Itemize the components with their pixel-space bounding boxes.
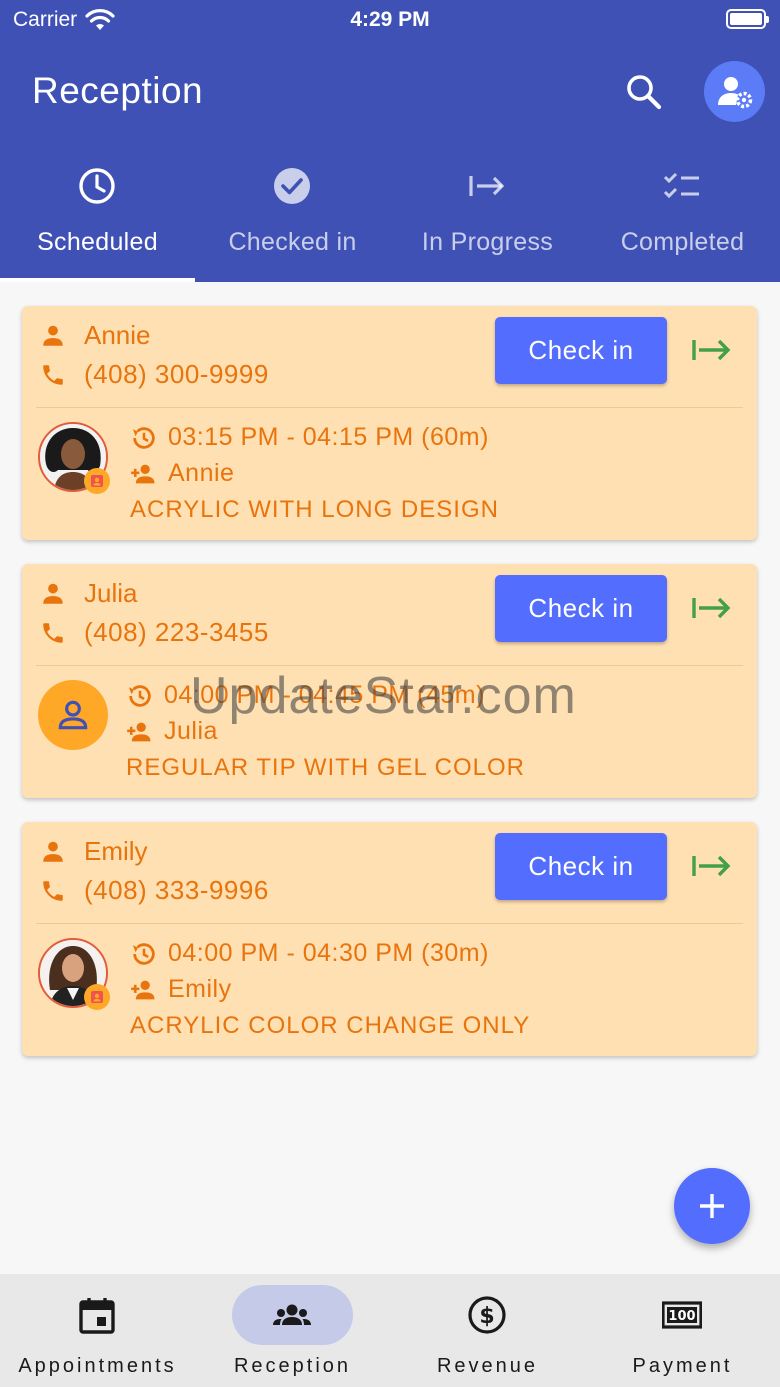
phone-row: (408) 300-9999 (40, 359, 269, 390)
tab-scheduled[interactable]: Scheduled (0, 150, 195, 282)
phone-icon (43, 622, 63, 643)
staff-row: Annie (130, 459, 234, 488)
start-service-button[interactable] (690, 590, 734, 626)
page-title: Reception (32, 70, 204, 111)
add-appointment-button[interactable] (674, 1168, 750, 1244)
tab-indicator (0, 278, 195, 282)
watermark: UpdateStar.com (190, 667, 577, 725)
staff-row: Emily (130, 975, 232, 1004)
appointment-card[interactable]: Emily (408) 333-9996 Check in 04:00 PM -… (22, 822, 757, 1056)
svg-text:100: 100 (668, 1309, 695, 1324)
customer-phone[interactable]: (408) 300-9999 (84, 359, 269, 390)
tab-completed[interactable]: Completed (585, 150, 780, 282)
dollar-circle-icon: $ (468, 1296, 506, 1334)
history-icon (128, 684, 151, 707)
appointment-time: 03:15 PM - 04:15 PM (60m) (168, 423, 489, 451)
arrow-right-to-line-icon (692, 855, 731, 877)
service-name: ACRYLIC COLOR CHANGE ONLY (130, 1012, 531, 1039)
person-icon (43, 583, 63, 604)
service-name: ACRYLIC WITH LONG DESIGN (130, 496, 499, 523)
customer-avatar-placeholder (38, 680, 108, 750)
badge-icon (91, 991, 103, 1003)
person-add-icon (131, 980, 155, 999)
arrow-right-to-line-icon (692, 597, 731, 619)
check-in-button[interactable]: Check in (495, 575, 667, 642)
staff-name: Emily (168, 975, 232, 1003)
status-bar-time: 4:29 PM (350, 8, 430, 31)
checklist-icon (663, 172, 699, 199)
arrow-right-to-line-icon (469, 176, 505, 196)
tab-checked-in-label: Checked in (228, 228, 357, 256)
nav-reception-label: Reception (233, 1355, 352, 1377)
appointment-time-row: 04:00 PM - 04:30 PM (30m) (130, 939, 489, 968)
person-outline-icon (58, 700, 88, 730)
tab-in-progress-label: In Progress (421, 228, 554, 256)
person-gear-icon (717, 76, 752, 108)
phone-row: (408) 333-9996 (40, 875, 269, 906)
cash-icon: 100 (662, 1301, 702, 1329)
person-add-icon (127, 722, 151, 741)
staff-badge (84, 984, 110, 1010)
person-icon (43, 841, 63, 862)
group-icon (273, 1304, 311, 1325)
history-icon (132, 942, 155, 965)
customer-phone[interactable]: (408) 223-3455 (84, 617, 269, 648)
status-bar: Carrier 4:29 PM (0, 0, 780, 40)
phone-row: (408) 223-3455 (40, 617, 269, 648)
staff-settings-button[interactable] (704, 61, 765, 122)
customer-row: Emily (40, 836, 148, 867)
customer-name: Julia (84, 578, 138, 608)
battery-icon (726, 9, 769, 29)
bottom-navigation: Appointments Reception $ Revenue 100 Pay… (0, 1274, 780, 1387)
search-icon (627, 75, 662, 110)
person-icon (43, 325, 63, 346)
calendar-icon (79, 1298, 115, 1334)
customer-name: Emily (84, 836, 148, 866)
history-icon (132, 426, 155, 449)
appointment-time: 04:00 PM - 04:30 PM (30m) (168, 939, 489, 967)
badge-icon (91, 475, 103, 487)
check-in-button[interactable]: Check in (495, 317, 667, 384)
card-divider (36, 923, 743, 924)
customer-phone[interactable]: (408) 333-9996 (84, 875, 269, 906)
person-add-icon (131, 464, 155, 483)
staff-badge (84, 468, 110, 494)
search-button[interactable] (622, 70, 666, 114)
check-in-button[interactable]: Check in (495, 833, 667, 900)
nav-appointments-label: Appointments (18, 1355, 177, 1377)
phone-icon (43, 880, 63, 901)
appointment-time-row: 03:15 PM - 04:15 PM (60m) (130, 423, 489, 452)
start-service-button[interactable] (690, 848, 734, 884)
nav-payment[interactable]: 100 Payment (585, 1274, 780, 1387)
card-divider (36, 407, 743, 408)
check-circle-icon (274, 168, 310, 204)
staff-name: Annie (168, 459, 235, 487)
service-name: REGULAR TIP WITH GEL COLOR (126, 754, 525, 781)
customer-row: Annie (40, 320, 151, 351)
nav-revenue[interactable]: $ Revenue (390, 1274, 585, 1387)
tab-completed-label: Completed (620, 228, 745, 256)
nav-reception[interactable]: Reception (195, 1274, 390, 1387)
clock-icon (79, 168, 115, 204)
nav-revenue-label: Revenue (436, 1355, 539, 1377)
start-service-button[interactable] (690, 332, 734, 368)
status-tabs: Scheduled Checked in In Progress Complet… (0, 150, 780, 282)
nav-appointments[interactable]: Appointments (0, 1274, 195, 1387)
arrow-right-to-line-icon (692, 339, 731, 361)
tab-checked-in[interactable]: Checked in (195, 150, 390, 282)
nav-payment-label: Payment (632, 1355, 733, 1377)
customer-row: Julia (40, 578, 137, 609)
tab-in-progress[interactable]: In Progress (390, 150, 585, 282)
appointment-card[interactable]: Annie (408) 300-9999 Check in 03:15 PM -… (22, 306, 757, 540)
app-header: Carrier 4:29 PM Reception Scheduled Chec… (0, 0, 780, 282)
phone-icon (43, 364, 63, 385)
tab-scheduled-label: Scheduled (37, 228, 158, 256)
customer-name: Annie (84, 320, 151, 350)
svg-text:$: $ (479, 1304, 494, 1329)
plus-icon (700, 1194, 724, 1218)
